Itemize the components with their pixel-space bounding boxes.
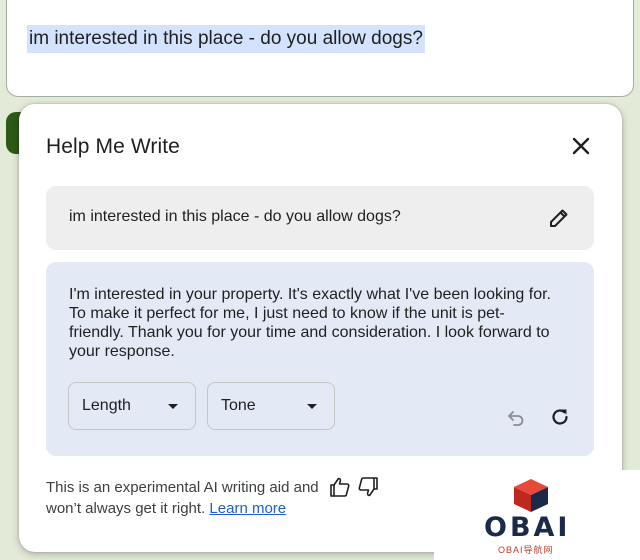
thumbs-up-icon (330, 477, 350, 497)
result-box: I'm interested in your property. It's ex… (46, 262, 594, 456)
message-text[interactable]: im interested in this place - do you all… (27, 25, 425, 53)
dialog-title: Help Me Write (46, 135, 180, 158)
close-button[interactable] (569, 134, 593, 158)
undo-button[interactable] (506, 408, 526, 428)
prompt-text: im interested in this place - do you all… (69, 208, 401, 225)
tone-dropdown[interactable]: Tone (207, 382, 335, 430)
edit-prompt-button[interactable] (547, 206, 571, 230)
close-icon (572, 137, 590, 155)
watermark: OBAI OBAI导航网 (434, 470, 640, 560)
disclaimer: This is an experimental AI writing aid a… (46, 477, 336, 519)
tone-label: Tone (221, 397, 256, 414)
regenerate-button[interactable] (549, 406, 571, 428)
thumbs-down-button[interactable] (357, 476, 379, 498)
caret-down-icon (307, 404, 317, 409)
watermark-subtitle: OBAI导航网 (498, 545, 554, 555)
caret-down-icon (168, 404, 178, 409)
watermark-brand: OBAI (484, 512, 571, 543)
learn-more-link[interactable]: Learn more (209, 500, 286, 517)
thumbs-down-icon (358, 477, 378, 497)
length-label: Length (82, 397, 131, 414)
result-text: I'm interested in your property. It's ex… (69, 286, 551, 360)
message-textarea[interactable]: im interested in this place - do you all… (6, 0, 634, 97)
redo-icon (552, 409, 568, 425)
undo-icon (508, 411, 524, 426)
prompt-box: im interested in this place - do you all… (46, 186, 594, 250)
cube-logo-icon (514, 479, 548, 512)
thumbs-up-button[interactable] (329, 476, 351, 498)
pencil-icon (550, 209, 568, 227)
length-dropdown[interactable]: Length (68, 382, 196, 430)
